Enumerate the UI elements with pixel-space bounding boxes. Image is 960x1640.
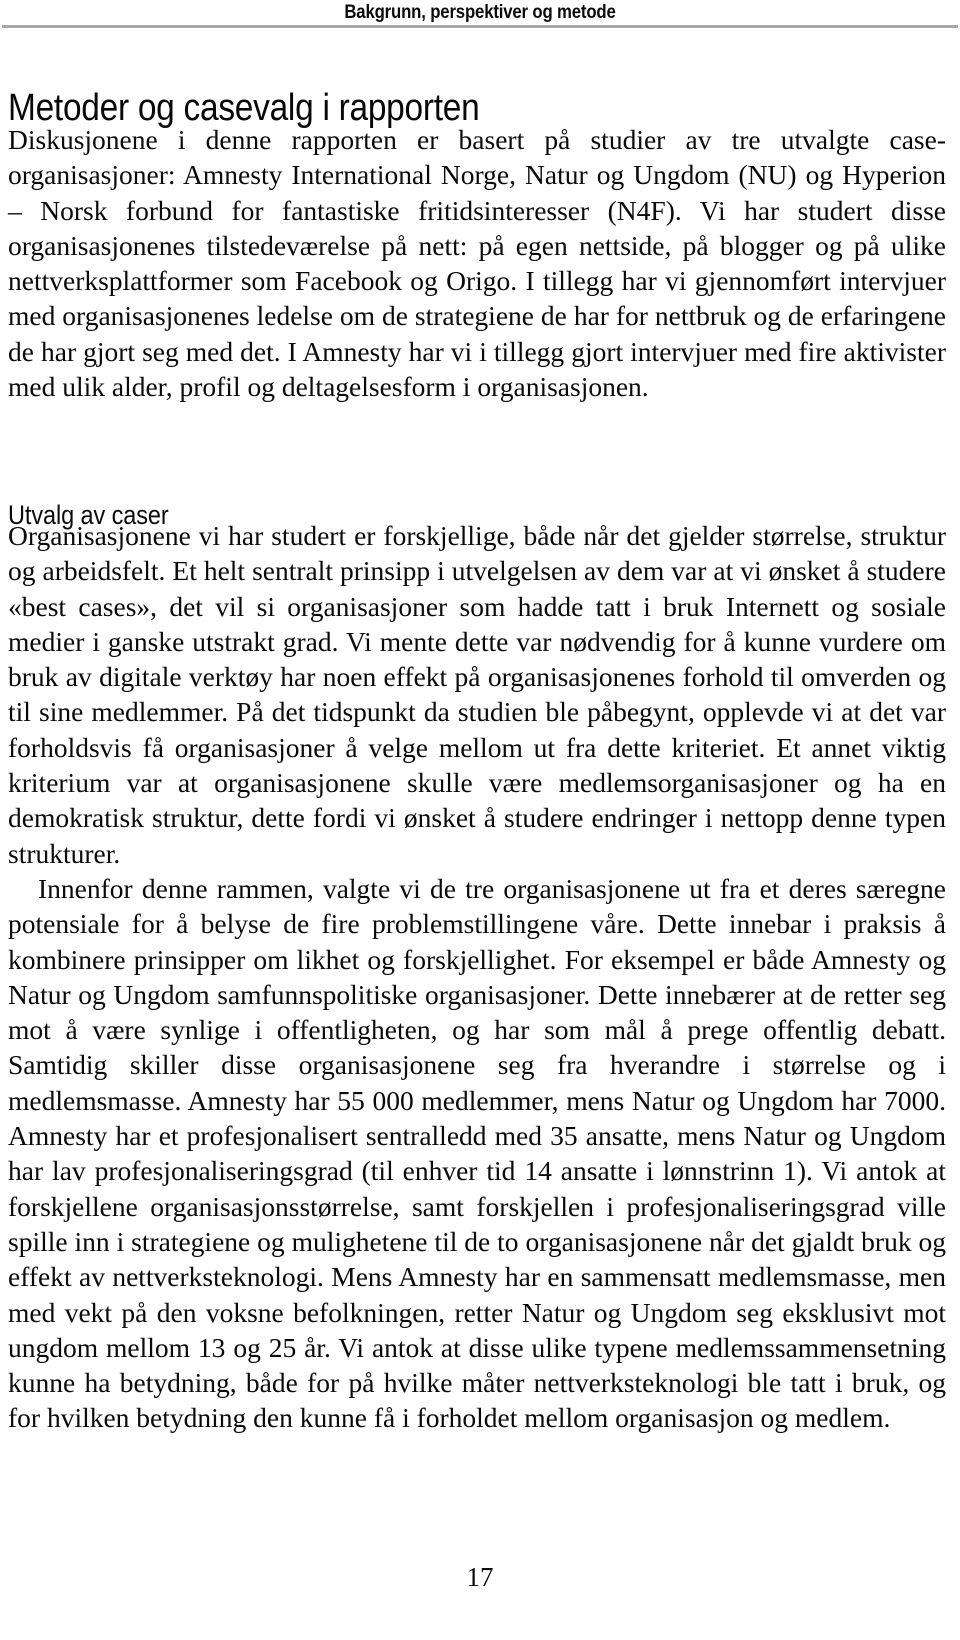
intro-text-block: Diskusjonene i denne rapporten er basert… xyxy=(8,122,946,404)
paragraph-utvalg-2: Innenfor denne rammen, valgte vi de tre … xyxy=(8,872,946,1434)
paragraph-intro-1: Diskusjonene i denne rapporten er basert… xyxy=(8,124,946,403)
paragraph-utvalg-1: Organisasjonene vi har studert er forskj… xyxy=(8,520,946,869)
running-head: Bakgrunn, perspektiver og metode xyxy=(344,1,616,23)
document-page: Bakgrunn, perspektiver og metode Metoder… xyxy=(0,0,960,1640)
header-rule-divider xyxy=(2,25,958,28)
utvalg-text-block: Organisasjonene vi har studert er forskj… xyxy=(8,518,946,1436)
page-number: 17 xyxy=(466,1562,494,1592)
